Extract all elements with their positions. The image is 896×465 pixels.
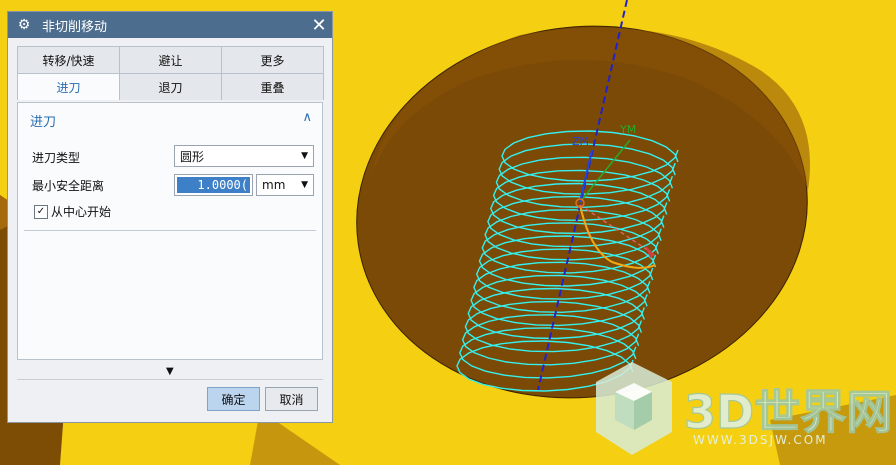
tab-more[interactable]: 更多 [221,46,324,73]
engage-type-label: 进刀类型 [32,151,81,165]
panel-divider [24,230,316,231]
ok-button[interactable]: 确定 [207,387,260,411]
min-clearance-label: 最小安全距离 [32,179,105,193]
button-separator [17,379,323,380]
expand-arrow-icon[interactable]: ▼ [166,366,174,377]
from-center-label: 从中心开始 [51,205,112,219]
tab-transfer-rapid[interactable]: 转移/快速 [17,46,120,73]
engage-panel: 进刀 ∧ 进刀类型 圆形 ▼ 最小安全距离 1.0000( mm ▼ ✓ 从中心… [17,102,323,360]
tab-avoidance[interactable]: 避让 [119,46,222,73]
zm-label: ZM [572,135,589,148]
chevron-up-icon[interactable]: ∧ [302,110,312,125]
tab-strip: 转移/快速 避让 更多 进刀 退刀 重叠 [17,46,324,100]
dialog-titlebar[interactable]: ⚙ 非切削移动 ✕ [8,12,332,38]
tab-overlap[interactable]: 重叠 [221,73,324,100]
min-clearance-value: 1.0000( [177,177,250,193]
tab-retract[interactable]: 退刀 [119,73,222,100]
unit-select[interactable]: mm ▼ [256,174,314,196]
watermark-url: WWW.3DSJW.COM [693,433,828,447]
cancel-button[interactable]: 取消 [265,387,318,411]
ym-label: YM [619,123,636,136]
tab-engage[interactable]: 进刀 [17,73,120,100]
min-clearance-input[interactable]: 1.0000( [174,174,253,196]
from-center-checkbox[interactable]: ✓ [34,205,48,219]
close-icon[interactable]: ✕ [306,12,332,38]
non-cutting-moves-dialog: ⚙ 非切削移动 ✕ 转移/快速 避让 更多 进刀 退刀 重叠 进刀 ∧ 进刀类型… [7,11,333,423]
engage-type-select[interactable]: 圆形 ▼ [174,145,314,167]
dialog-title: 非切削移动 [42,19,108,35]
gear-icon: ⚙ [17,17,31,33]
engage-type-value: 圆形 [180,149,205,164]
watermark-brand: 3D世界网 [684,385,892,439]
chevron-down-icon: ▼ [301,151,308,161]
chevron-down-icon: ▼ [301,180,308,190]
section-title: 进刀 [30,115,57,130]
unit-value: mm [262,178,286,192]
